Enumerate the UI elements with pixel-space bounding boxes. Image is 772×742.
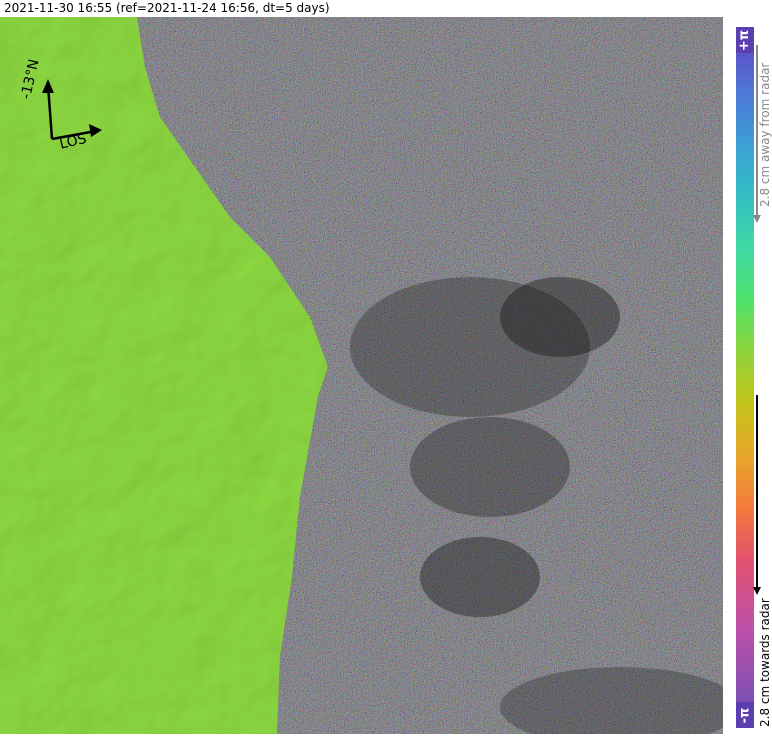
- colorbar-top-label: +π: [736, 27, 754, 53]
- towards-arrow-shaft: [756, 395, 758, 590]
- away-from-radar-label: 2.8 cm away from radar: [758, 62, 772, 207]
- interferogram-map[interactable]: -13°N LOS: [0, 17, 723, 734]
- colorbar-scale: +π -π: [736, 25, 754, 742]
- towards-radar-label: 2.8 cm towards radar: [758, 598, 772, 727]
- colorbar-gradient: [736, 53, 754, 704]
- map-title: 2021-11-30 16:55 (ref=2021-11-24 16:56, …: [4, 1, 330, 15]
- phase-colorbar: +π -π 2.8 cm away from radar 2.8 cm towa…: [726, 17, 772, 734]
- interferogram-image: [0, 17, 723, 734]
- colorbar-bottom-label: -π: [736, 702, 754, 728]
